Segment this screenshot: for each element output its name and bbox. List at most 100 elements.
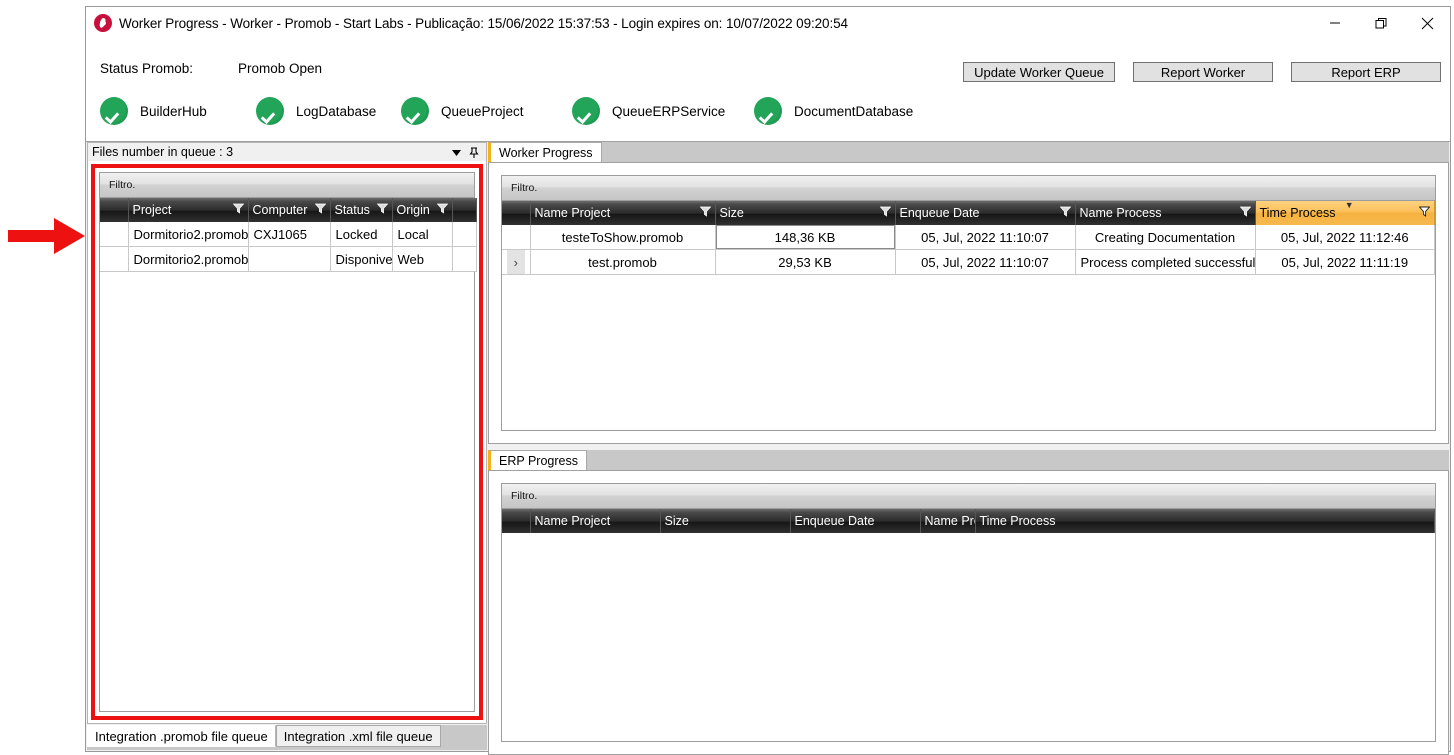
column-header-time-process[interactable]: Time Process [975,509,1435,533]
table-header-row: Name Project Size Enqueue Date Name Proc… [502,201,1435,225]
row-selector-header [100,198,129,222]
tab-worker-progress[interactable]: Worker Progress [488,142,602,162]
cell-name-project[interactable]: test.promob [530,249,716,275]
report-erp-button[interactable]: Report ERP [1291,62,1441,82]
worker-progress-filter-bar[interactable]: Filtro. [502,176,1435,201]
red-arrow-pointer [8,218,85,254]
file-queue-dock-panel: Files number in queue : 3 Filtro. Projec… [87,142,487,750]
row-selector-cell[interactable] [100,222,129,247]
erp-progress-filter-bar[interactable]: Filtro. [502,484,1435,509]
table-row[interactable]: Dormitorio2.promob CXJ1065 Locked Local [100,222,477,247]
tab-erp-progress[interactable]: ERP Progress [488,450,587,470]
cell-computer[interactable] [248,246,331,272]
progress-panels: Worker Progress Filtro. Name Project Siz… [488,142,1449,755]
column-header-computer[interactable]: Computer [248,198,331,222]
filter-icon[interactable] [314,203,326,214]
service-status-builderhub: BuilderHub [100,97,256,125]
row-selector-header [502,509,531,533]
filter-placeholder-text: Filtro. [109,179,136,191]
cell-name-process[interactable]: Process completed successfully [1075,249,1256,275]
check-circle-icon [754,97,782,125]
service-status-queueproject: QueueProject [401,97,572,125]
erp-progress-content: Filtro. Name Project Size Enqueue Date N… [488,470,1449,755]
cell-name-process[interactable]: Creating Documentation [1075,225,1256,250]
filter-icon[interactable] [376,203,388,214]
cell-origin[interactable]: Local [392,222,453,247]
file-queue-filter-bar[interactable]: Filtro. [100,173,474,198]
table-header-row: Name Project Size Enqueue Date Name Proc… [502,509,1435,533]
column-header-enqueue-date[interactable]: Enqueue Date [790,509,921,533]
status-promob-label: Status Promob: [100,61,194,76]
service-label: BuilderHub [140,103,207,119]
window-title: Worker Progress - Worker - Promob - Star… [119,15,848,31]
column-header-origin[interactable]: Origin [392,198,453,222]
filter-icon[interactable] [699,206,711,217]
file-queue-title: Files number in queue : 3 [92,145,234,159]
tab-integration-promob-file-queue[interactable]: Integration .promob file queue [87,725,276,747]
filter-placeholder-text: Filtro. [511,490,538,502]
service-label: QueueERPService [612,103,726,119]
cell-name-project[interactable]: testeToShow.promob [530,225,716,250]
column-header-name-process[interactable]: Name Process [920,509,976,533]
worker-progress-grid: Filtro. Name Project Size Enqueue Date N… [501,175,1436,431]
update-worker-queue-button[interactable]: Update Worker Queue [963,62,1115,82]
erp-progress-tab-strip: ERP Progress [488,450,1449,470]
column-header-enqueue-date[interactable]: Enqueue Date [895,201,1076,225]
column-header-status[interactable]: Status [330,198,393,222]
check-circle-icon [256,97,284,125]
cell-enqueue-date[interactable]: 05, Jul, 2022 11:10:07 [895,249,1076,275]
table-row[interactable]: testeToShow.promob 148,36 KB 05, Jul, 20… [502,225,1435,250]
column-header-size[interactable]: Size [715,201,896,225]
tab-integration-xml-file-queue[interactable]: Integration .xml file queue [275,725,441,747]
row-selector-cell[interactable] [502,225,531,250]
service-label: LogDatabase [296,103,377,119]
column-header-name-project[interactable]: Name Project [530,201,716,225]
cell-spacer [452,246,477,272]
cell-computer[interactable]: CXJ1065 [248,222,331,247]
column-label: Enqueue Date [899,206,980,220]
chevron-down-icon[interactable] [448,143,464,162]
cell-status[interactable]: Disponivel [330,246,393,272]
table-row[interactable]: Dormitorio2.promob Disponivel Web [100,246,477,272]
main-content: Files number in queue : 3 Filtro. Projec… [86,142,1450,755]
row-expander-cell[interactable]: › [502,249,531,275]
file-queue-tab-strip: Integration .promob file queue Integrati… [87,725,487,750]
cell-size[interactable]: 148,36 KB [715,225,896,250]
row-expander-icon[interactable]: › [507,250,525,274]
worker-progress-tab-strip: Worker Progress [488,142,1449,162]
table-header-row: Project Computer Status Origin [100,198,477,222]
worker-progress-content: Filtro. Name Project Size Enqueue Date N… [488,162,1449,444]
toolbar-actions: Update Worker Queue Report Worker Report… [963,62,1441,82]
column-header-size[interactable]: Size [660,509,791,533]
column-header-name-process[interactable]: Name Process [1075,201,1256,225]
column-header-project[interactable]: Project [128,198,249,222]
filter-icon[interactable] [232,203,244,214]
service-status-queueerpservice: QueueERPService [572,97,754,125]
column-header-name-project[interactable]: Name Project [530,509,661,533]
column-header-time-process[interactable]: ▼ Time Process [1255,201,1435,225]
pin-icon[interactable] [466,143,482,162]
filter-icon[interactable] [1239,206,1251,217]
cell-project[interactable]: Dormitorio2.promob [128,246,249,272]
row-selector-cell[interactable] [100,246,129,272]
erp-progress-table: Name Project Size Enqueue Date Name Proc… [502,509,1435,533]
cell-enqueue-date[interactable]: 05, Jul, 2022 11:10:07 [895,225,1076,250]
filter-icon[interactable] [879,206,891,217]
check-circle-icon [100,97,128,125]
erp-progress-grid: Filtro. Name Project Size Enqueue Date N… [501,483,1436,742]
cell-status[interactable]: Locked [330,222,393,247]
row-selector-header [502,201,531,225]
filter-icon[interactable] [1419,206,1430,217]
cell-time-process[interactable]: 05, Jul, 2022 11:11:19 [1255,249,1435,275]
cell-time-process[interactable]: 05, Jul, 2022 11:12:46 [1255,225,1435,250]
cell-project[interactable]: Dormitorio2.promob [128,222,249,247]
table-row[interactable]: › test.promob 29,53 KB 05, Jul, 2022 11:… [502,249,1435,275]
report-worker-button[interactable]: Report Worker [1133,62,1273,82]
filter-icon[interactable] [436,203,448,214]
cell-size[interactable]: 29,53 KB [715,249,896,275]
minimize-button[interactable] [1312,7,1358,39]
restore-button[interactable] [1358,7,1404,39]
filter-icon[interactable] [1059,206,1071,217]
close-button[interactable] [1404,7,1450,39]
cell-origin[interactable]: Web [392,246,453,272]
